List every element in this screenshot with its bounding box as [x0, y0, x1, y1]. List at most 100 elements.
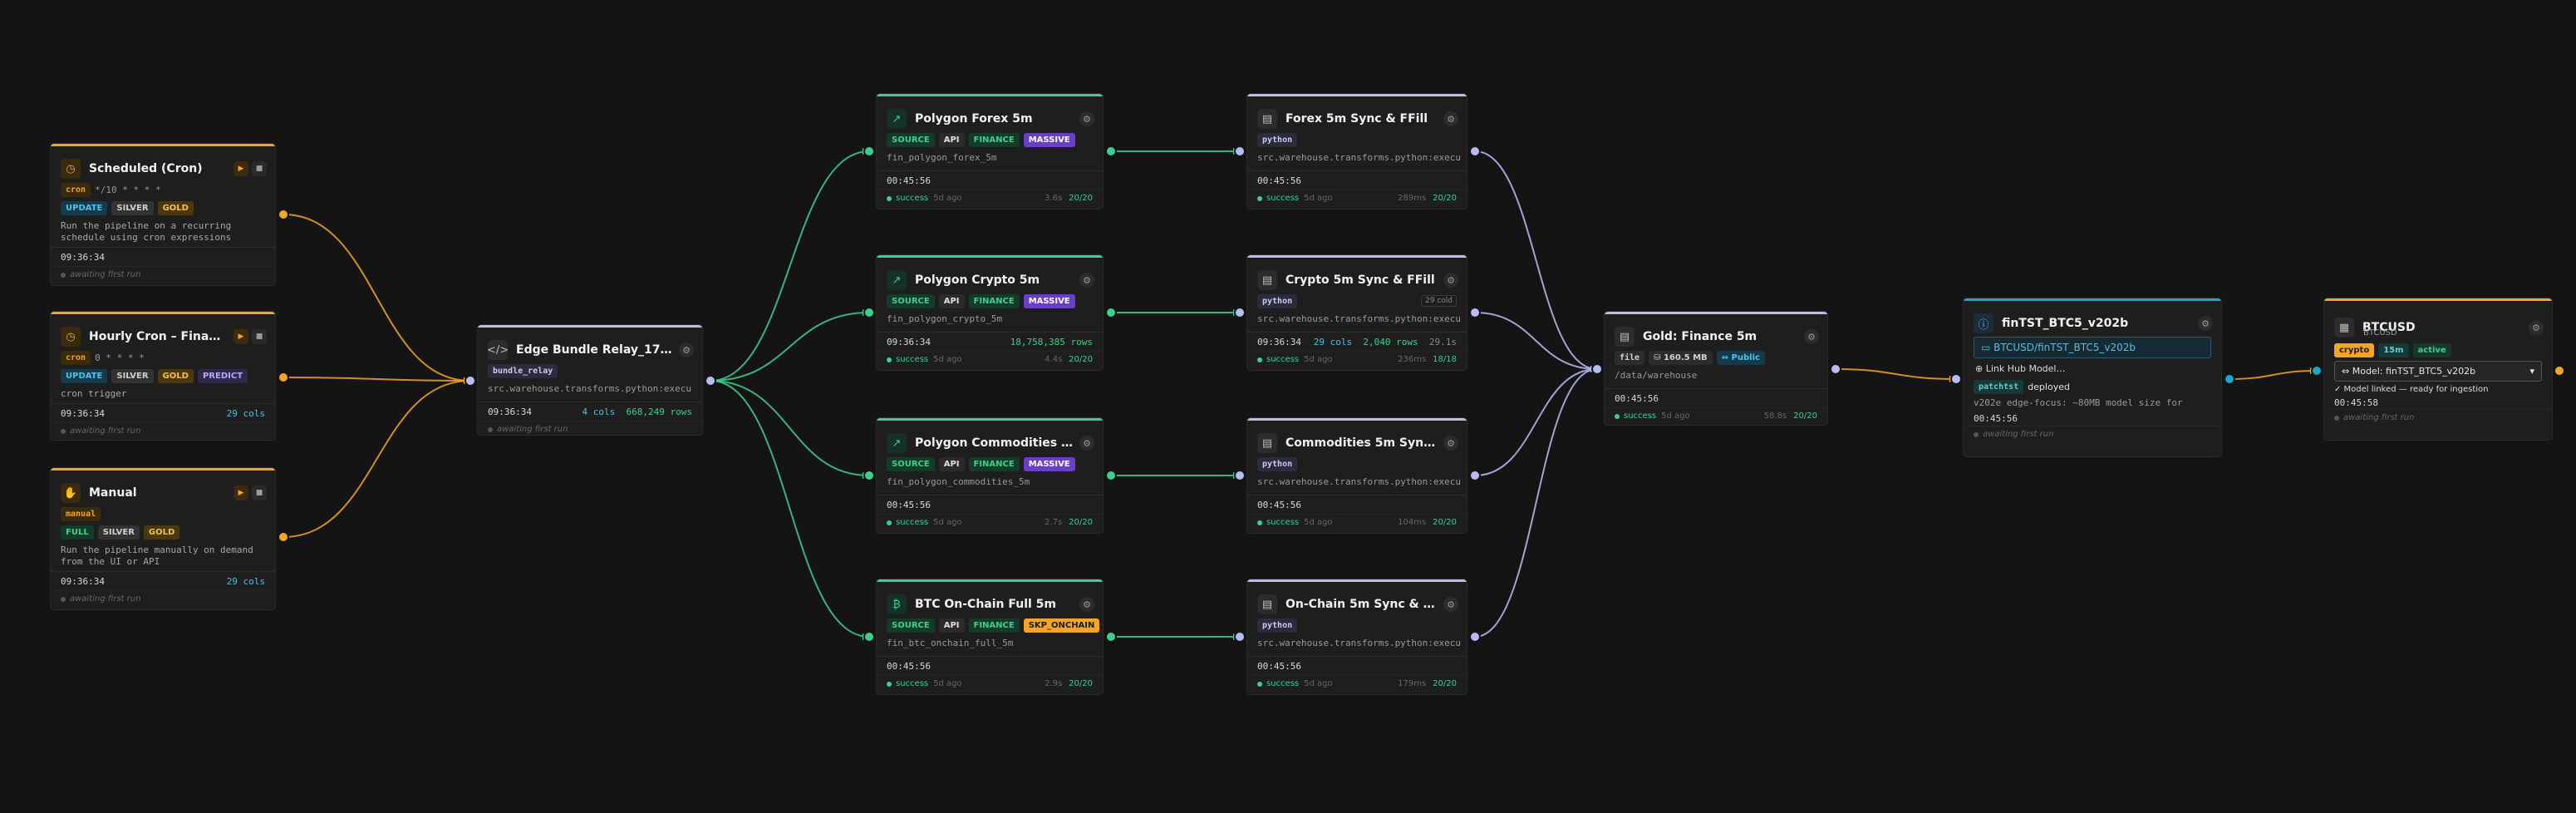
- connection-port[interactable]: [863, 307, 875, 318]
- edge-relay-to-commodities: [710, 380, 870, 476]
- source-node-btc-onchain[interactable]: ₿ BTC On-Chain Full 5m ⚙ SOURCE API FINANCE S…: [876, 579, 1104, 695]
- connection-port[interactable]: [863, 470, 875, 481]
- link-hub-model-item[interactable]: ⊕ Link Hub Model…: [1964, 360, 2221, 377]
- run-ratio: 20/20: [1433, 194, 1457, 203]
- connection-port[interactable]: [278, 209, 289, 220]
- source-node-commodities[interactable]: ↗ Polygon Commodities 5m ⚙ SOURCE API FINANC…: [876, 417, 1104, 534]
- node-description: cron trigger: [61, 388, 127, 399]
- play-icon[interactable]: ▶: [234, 329, 248, 344]
- connection-port[interactable]: [278, 372, 289, 383]
- status-text: awaiting first run: [497, 425, 568, 434]
- relay-node[interactable]: </> Edge Bundle Relay_177689… ⚙ bundle_r…: [477, 324, 703, 436]
- code-icon: </>: [487, 340, 509, 360]
- duration: 2.9s: [1045, 679, 1063, 688]
- tag-badge: crypto: [2334, 342, 2375, 357]
- sync-node-commodities[interactable]: ▤ Commodities 5m Sync & FF… ⚙ python src.w…: [1246, 417, 1467, 534]
- connection-port[interactable]: [1234, 631, 1246, 643]
- link-icon: ⇔: [1721, 352, 1732, 362]
- output-node-btcusd[interactable]: ▦ BTCUSD ⚙ BTCUSD crypto 15m active ⇔ Mode…: [2323, 298, 2553, 441]
- status-text: success: [1266, 355, 1300, 364]
- status-text: awaiting first run: [70, 270, 141, 279]
- trigger-node-hourly-cron[interactable]: ◷ Hourly Cron – Finance… ▶ ■ cron 0 * * …: [50, 311, 276, 441]
- gear-icon[interactable]: ⚙: [2529, 320, 2544, 335]
- connection-port[interactable]: [863, 145, 875, 157]
- tag-badge: API: [938, 618, 965, 633]
- connection-port[interactable]: [1105, 631, 1117, 643]
- node-time: 00:45:56: [887, 499, 931, 510]
- info-icon: ⓘ: [1974, 313, 1993, 333]
- node-title: Manual: [89, 486, 137, 500]
- trigger-node-scheduled-cron[interactable]: ◷ Scheduled (Cron) ▶ ■ cron */10 * * * *…: [50, 143, 276, 286]
- connection-port[interactable]: [2311, 365, 2323, 377]
- last-run: 5d ago: [1304, 679, 1333, 688]
- connection-port[interactable]: [1234, 470, 1246, 481]
- connection-port[interactable]: [1591, 363, 1603, 375]
- sync-node-forex[interactable]: ▤ Forex 5m Sync & FFill ⚙ python src.wareh…: [1246, 93, 1467, 209]
- gear-icon[interactable]: ⚙: [1443, 436, 1458, 451]
- last-run: 5d ago: [1304, 194, 1333, 203]
- connection-port[interactable]: [2554, 365, 2565, 377]
- model-type-badge: patchtst: [1974, 379, 2024, 394]
- connection-port[interactable]: [1469, 307, 1481, 318]
- node-title: Crypto 5m Sync & FFill: [1286, 273, 1435, 287]
- node-title: Hourly Cron – Finance…: [89, 330, 229, 343]
- connection-port[interactable]: [1105, 470, 1117, 481]
- play-icon[interactable]: ▶: [234, 485, 248, 500]
- trigger-node-manual[interactable]: ✋ Manual ▶ ■ manual FULL SILVER GOLD Run…: [50, 467, 276, 610]
- gear-icon[interactable]: ⚙: [1079, 436, 1094, 451]
- connection-port[interactable]: [465, 375, 476, 387]
- run-ratio: 20/20: [1069, 355, 1093, 364]
- source-node-forex[interactable]: ↗ Polygon Forex 5m ⚙ SOURCE API FINANCE MASSI…: [876, 93, 1104, 209]
- file-icon: ▤: [1257, 433, 1277, 453]
- sync-node-crypto[interactable]: ▤ Crypto 5m Sync & FFill ⚙ python 29 cold s…: [1246, 254, 1467, 371]
- source-node-crypto[interactable]: ↗ Polygon Crypto 5m ⚙ SOURCE API FINANCE MASS…: [876, 254, 1104, 371]
- connection-port[interactable]: [1234, 307, 1246, 318]
- connection-port[interactable]: [1469, 145, 1481, 157]
- connection-port[interactable]: [1469, 631, 1481, 643]
- node-title: Polygon Forex 5m: [915, 112, 1033, 126]
- kind-badge: file: [1615, 350, 1645, 365]
- gear-icon[interactable]: ⚙: [1443, 597, 1458, 612]
- gear-icon[interactable]: ⚙: [679, 342, 694, 357]
- connection-port[interactable]: [278, 531, 289, 543]
- connection-port[interactable]: [1950, 373, 1962, 385]
- stop-icon[interactable]: ■: [252, 485, 267, 500]
- visibility-badge: ⇔ Public: [1716, 350, 1765, 365]
- gear-icon[interactable]: ⚙: [1443, 273, 1458, 288]
- connection-port[interactable]: [705, 375, 716, 387]
- model-select[interactable]: ⇔ Model: finTST_BTC5_v202b ▾: [2334, 361, 2542, 382]
- model-path-field[interactable]: ▭ BTCUSD/finTST_BTC5_v202b: [1974, 337, 2211, 358]
- sync-node-onchain[interactable]: ▤ On-Chain 5m Sync & FFill ⚙ python src.wa…: [1246, 579, 1467, 695]
- model-node[interactable]: ⓘ finTST_BTC5_v202b ⚙ ▭ BTCUSD/finTST_BTC5…: [1963, 298, 2222, 457]
- connection-port[interactable]: [1234, 145, 1246, 157]
- node-title: Scheduled (Cron): [89, 162, 203, 175]
- tag-badge: FULL: [61, 525, 94, 540]
- node-time: 00:45:56: [1257, 175, 1301, 186]
- node-title: Polygon Crypto 5m: [915, 273, 1040, 287]
- run-ratio: 20/20: [1069, 194, 1093, 203]
- play-icon[interactable]: ▶: [234, 161, 248, 176]
- connection-port[interactable]: [2224, 373, 2235, 385]
- gold-node[interactable]: ▤ Gold: Finance 5m ⚙ file ⛁ 160.5 MB ⇔ Pub…: [1604, 311, 1828, 426]
- rows-count: 2,040 rows: [1363, 336, 1418, 347]
- status-dot: [2334, 415, 2339, 421]
- connection-port[interactable]: [863, 631, 875, 643]
- connection-port[interactable]: [1830, 363, 1841, 375]
- size-value: 160.5 MB: [1663, 352, 1708, 362]
- node-title: Forex 5m Sync & FFill: [1286, 112, 1428, 126]
- stop-icon[interactable]: ■: [252, 329, 267, 344]
- gear-icon[interactable]: ⚙: [1079, 597, 1094, 612]
- file-icon: ▤: [1257, 270, 1277, 290]
- connection-port[interactable]: [1469, 470, 1481, 481]
- gear-icon[interactable]: ⚙: [2198, 316, 2213, 331]
- status-dot: [1974, 431, 1979, 437]
- last-run: 5d ago: [1304, 518, 1333, 527]
- duration: 2.7s: [1045, 518, 1063, 527]
- connection-port[interactable]: [1105, 307, 1117, 318]
- gear-icon[interactable]: ⚙: [1443, 111, 1458, 126]
- stop-icon[interactable]: ■: [252, 161, 267, 176]
- gear-icon[interactable]: ⚙: [1079, 111, 1094, 126]
- connection-port[interactable]: [1105, 145, 1117, 157]
- gear-icon[interactable]: ⚙: [1079, 273, 1094, 288]
- gear-icon[interactable]: ⚙: [1804, 329, 1819, 344]
